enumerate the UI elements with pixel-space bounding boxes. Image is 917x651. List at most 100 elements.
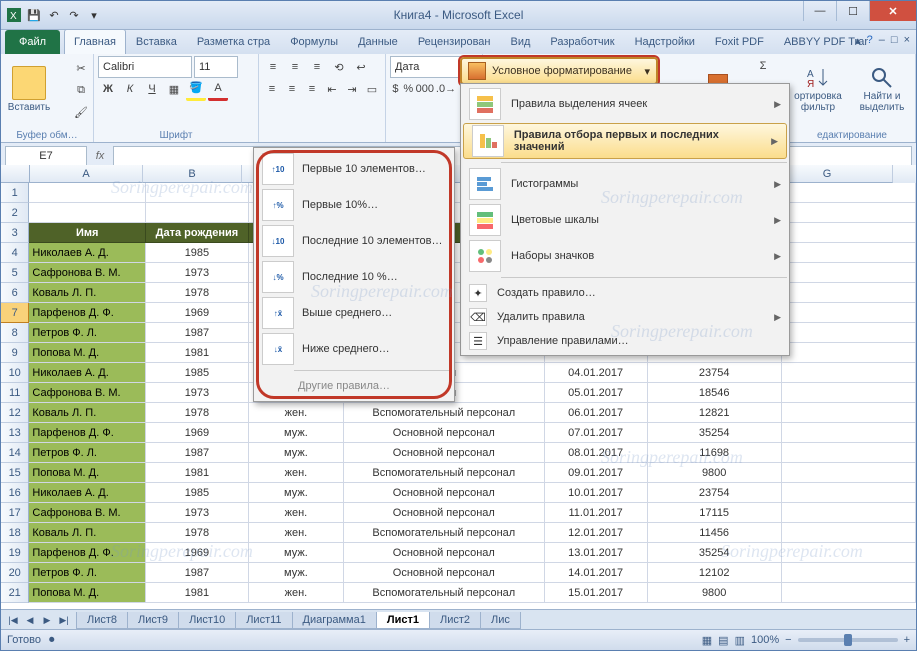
cell[interactable]: Сафронова В. М.	[29, 383, 146, 403]
cell[interactable]: Петров Ф. Л.	[29, 443, 146, 463]
wrap-text-button[interactable]: ↩	[351, 57, 371, 77]
italic-button[interactable]: К	[120, 79, 140, 99]
cell[interactable]: 1978	[146, 523, 249, 543]
cell[interactable]	[782, 383, 916, 403]
view-page-break-icon[interactable]: ▥	[735, 634, 745, 647]
cell[interactable]	[782, 443, 916, 463]
sheet-tab[interactable]: Лист2	[429, 612, 481, 629]
cell[interactable]	[782, 303, 916, 323]
help-icon[interactable]: ?	[867, 34, 873, 47]
table-header[interactable]: Имя	[29, 223, 146, 243]
sheet-tab[interactable]: Лист8	[76, 612, 128, 629]
close-button[interactable]: ✕	[869, 1, 916, 21]
row-header[interactable]: 9	[1, 343, 29, 363]
cell[interactable]	[782, 323, 916, 343]
cell[interactable]: 1978	[146, 403, 249, 423]
cell[interactable]: 1981	[146, 343, 249, 363]
submenu-other-rules[interactable]: Другие правила…	[254, 374, 454, 398]
maximize-button[interactable]: ☐	[836, 1, 869, 21]
window-restore-icon[interactable]: □	[891, 34, 898, 47]
row-header[interactable]: 13	[1, 423, 29, 443]
font-color-button[interactable]: A	[208, 78, 228, 101]
cell[interactable]	[782, 583, 916, 603]
menu-clear-rules[interactable]: ⌫ Удалить правила ▶	[461, 305, 789, 329]
cut-button[interactable]: ✂	[71, 58, 91, 78]
cell[interactable]: муж.	[249, 423, 344, 443]
tab-formulas[interactable]: Формулы	[280, 29, 348, 54]
cell[interactable]: Сафронова В. М.	[29, 503, 146, 523]
submenu-below-average[interactable]: ↓x̄Ниже среднего…	[254, 331, 454, 367]
row-header[interactable]: 5	[1, 263, 29, 283]
tab-view[interactable]: Вид	[501, 29, 541, 54]
cell[interactable]	[782, 463, 916, 483]
view-normal-icon[interactable]: ▦	[702, 634, 712, 647]
cell[interactable]: 11698	[648, 443, 782, 463]
tab-insert[interactable]: Вставка	[126, 29, 187, 54]
menu-manage-rules[interactable]: ☰ Управление правилами…	[461, 329, 789, 353]
cell[interactable]: 11.01.2017	[545, 503, 648, 523]
nav-next-sheet[interactable]: ▶	[39, 612, 55, 628]
cell[interactable]: муж.	[249, 483, 344, 503]
cell[interactable]: 11456	[648, 523, 782, 543]
cell[interactable]	[782, 523, 916, 543]
nav-first-sheet[interactable]: |◀	[5, 612, 21, 628]
borders-button[interactable]: ▦	[164, 79, 184, 99]
redo-button[interactable]: ↷	[65, 6, 83, 24]
cell[interactable]: 13.01.2017	[545, 543, 648, 563]
tab-foxit[interactable]: Foxit PDF	[705, 29, 774, 54]
cell[interactable]	[782, 283, 916, 303]
cell[interactable]: жен.	[249, 583, 344, 603]
cell[interactable]: 1985	[146, 483, 249, 503]
save-button[interactable]: 💾	[25, 6, 43, 24]
cell[interactable]: 1969	[146, 423, 249, 443]
row-header[interactable]: 12	[1, 403, 29, 423]
sort-filter-button[interactable]: АЯ ортировка фильтр	[789, 56, 847, 122]
cell[interactable]: 18546	[648, 383, 782, 403]
cell[interactable]	[782, 563, 916, 583]
cell[interactable]: Николаев А. Д.	[29, 363, 146, 383]
row-header[interactable]: 4	[1, 243, 29, 263]
cell[interactable]: Вспомогательный персонал	[344, 523, 545, 543]
sheet-tab[interactable]: Лис	[480, 612, 521, 629]
cell[interactable]: 23754	[648, 363, 782, 383]
tab-developer[interactable]: Разработчик	[540, 29, 624, 54]
align-top-button[interactable]: ≡	[263, 57, 283, 77]
sheet-tab[interactable]: Диаграмма1	[292, 612, 377, 629]
row-header[interactable]: 15	[1, 463, 29, 483]
submenu-above-average[interactable]: ↑x̄Выше среднего…	[254, 295, 454, 331]
cell[interactable]: 12102	[648, 563, 782, 583]
tab-data[interactable]: Данные	[348, 29, 408, 54]
sheet-tab[interactable]: Лист11	[235, 612, 292, 629]
zoom-value[interactable]: 100%	[751, 634, 779, 646]
cell[interactable]: 09.01.2017	[545, 463, 648, 483]
align-center-button[interactable]: ≡	[283, 79, 301, 99]
cell[interactable]: 1985	[146, 243, 249, 263]
paste-button[interactable]: Вставить	[5, 56, 53, 122]
row-header[interactable]: 2	[1, 203, 29, 223]
cell[interactable]: Коваль Л. П.	[29, 523, 146, 543]
cell[interactable]: 12821	[648, 403, 782, 423]
row-header[interactable]: 17	[1, 503, 29, 523]
font-size-combo[interactable]: 11	[194, 56, 238, 78]
file-tab[interactable]: Файл	[5, 30, 60, 54]
row-header[interactable]: 6	[1, 283, 29, 303]
cell[interactable]	[782, 343, 916, 363]
tab-review[interactable]: Рецензирован	[408, 29, 501, 54]
menu-highlight-cell-rules[interactable]: Правила выделения ячеек ▶	[461, 86, 789, 122]
cell[interactable]: 06.01.2017	[545, 403, 648, 423]
cell[interactable]: жен.	[249, 463, 344, 483]
comma-button[interactable]: 000	[416, 79, 434, 99]
zoom-slider[interactable]	[798, 638, 898, 642]
cell[interactable]: 23754	[648, 483, 782, 503]
excel-icon[interactable]: X	[5, 6, 23, 24]
cell[interactable]: Основной персонал	[344, 543, 545, 563]
submenu-top-10-items[interactable]: ↑10Первые 10 элементов…	[254, 151, 454, 187]
row-header[interactable]: 18	[1, 523, 29, 543]
cell[interactable]: 35254	[648, 423, 782, 443]
cell[interactable]: муж.	[249, 563, 344, 583]
sheet-tab[interactable]: Лист1	[376, 612, 430, 629]
cell[interactable]	[782, 423, 916, 443]
align-middle-button[interactable]: ≡	[285, 57, 305, 77]
fill-color-button[interactable]: 🪣	[186, 78, 206, 101]
align-left-button[interactable]: ≡	[263, 79, 281, 99]
